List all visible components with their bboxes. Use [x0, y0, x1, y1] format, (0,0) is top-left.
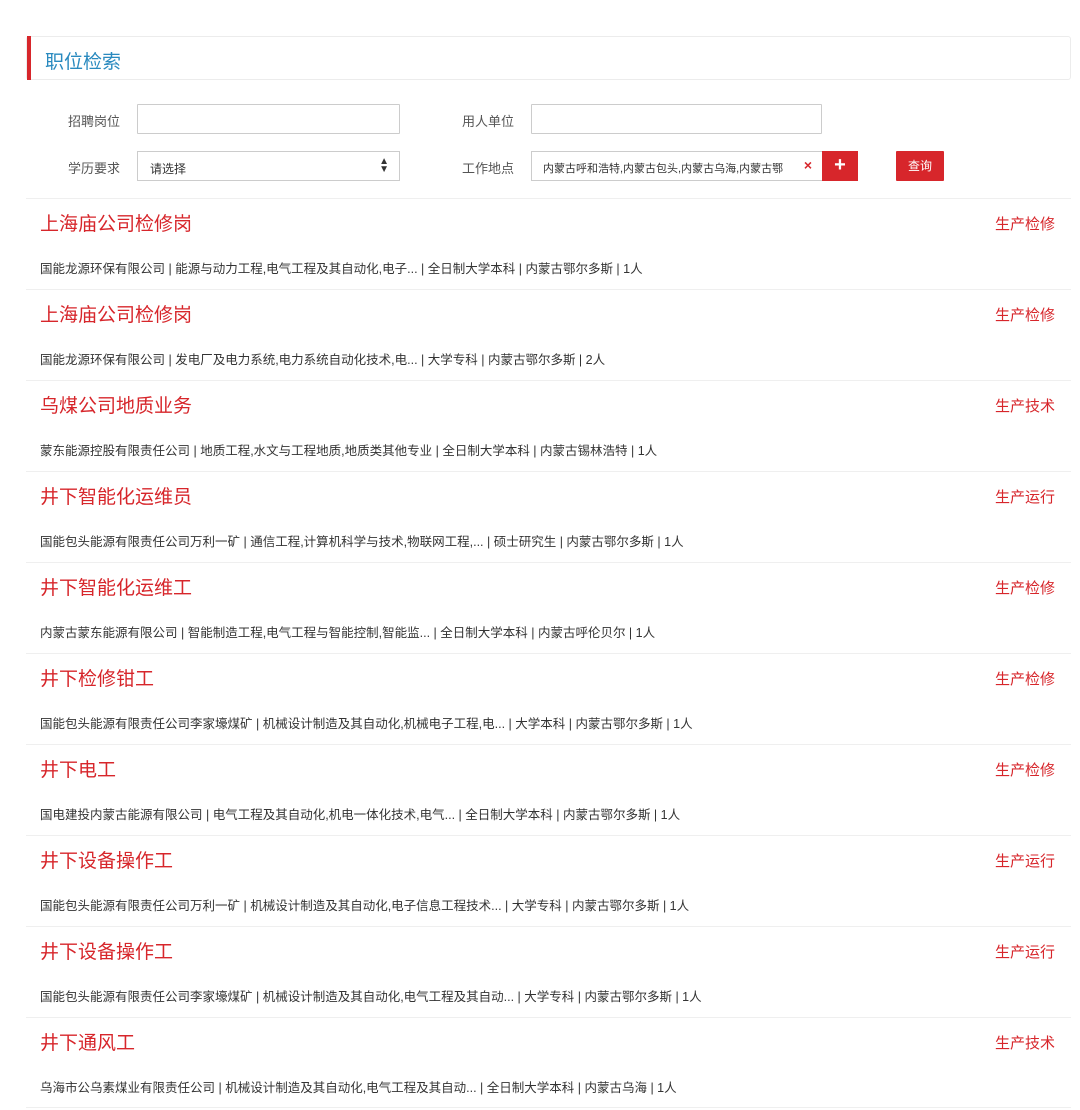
job-item[interactable]: 井下智能化运维工 生产检修 内蒙古蒙东能源有限公司 | 智能制造工程,电气工程与…	[26, 562, 1071, 653]
job-title[interactable]: 井下检修钳工	[40, 664, 154, 691]
clear-icon[interactable]: ×	[804, 157, 812, 173]
job-item[interactable]: 井下通风工 生产技术 乌海市公乌素煤业有限责任公司 | 机械设计制造及其自动化,…	[26, 1017, 1071, 1108]
sort-arrows-icon: ▲ ▼	[379, 156, 389, 175]
job-item[interactable]: 上海庙公司检修岗 生产检修 国能龙源环保有限公司 | 发电厂及电力系统,电力系统…	[26, 289, 1071, 380]
job-meta: 国能龙源环保有限公司 | 能源与动力工程,电气工程及其自动化,电子... | 全…	[40, 262, 643, 276]
education-select[interactable]: 请选择 ▲ ▼	[137, 151, 400, 181]
job-meta: 国电建投内蒙古能源有限公司 | 电气工程及其自动化,机电一体化技术,电气... …	[40, 808, 681, 822]
education-select-value: 请选择	[150, 162, 187, 176]
job-title[interactable]: 井下通风工	[40, 1028, 135, 1055]
job-category: 生产检修	[994, 307, 1055, 324]
job-meta: 国能包头能源有限责任公司万利一矿 | 机械设计制造及其自动化,电子信息工程技术.…	[40, 899, 690, 913]
job-meta: 国能龙源环保有限公司 | 发电厂及电力系统,电力系统自动化技术,电... | 大…	[40, 353, 606, 367]
job-item[interactable]: 井下检修钳工 生产检修 国能包头能源有限责任公司李家壕煤矿 | 机械设计制造及其…	[26, 653, 1071, 744]
job-title[interactable]: 井下智能化运维工	[40, 573, 192, 600]
job-meta: 蒙东能源控股有限责任公司 | 地质工程,水文与工程地质,地质类其他专业 | 全日…	[40, 444, 658, 458]
job-category: 生产技术	[994, 1035, 1055, 1052]
job-meta: 国能包头能源有限责任公司万利一矿 | 通信工程,计算机科学与技术,物联网工程,.…	[40, 535, 684, 549]
job-item[interactable]: 井下电工 生产检修 国电建投内蒙古能源有限公司 | 电气工程及其自动化,机电一体…	[26, 744, 1071, 835]
position-label: 招聘岗位	[67, 114, 120, 129]
job-title[interactable]: 上海庙公司检修岗	[40, 300, 192, 327]
employer-input[interactable]	[531, 104, 822, 134]
position-input[interactable]	[137, 104, 400, 134]
job-category: 生产运行	[994, 944, 1055, 961]
page-title: 职位检索	[45, 52, 122, 73]
search-button[interactable]: 查询	[896, 151, 944, 181]
job-title[interactable]: 井下电工	[40, 755, 116, 782]
job-category: 生产检修	[994, 580, 1055, 597]
job-title[interactable]: 井下智能化运维员	[40, 482, 192, 509]
job-meta: 内蒙古蒙东能源有限公司 | 智能制造工程,电气工程与智能控制,智能监... | …	[40, 626, 656, 640]
location-value: 内蒙古呼和浩特,内蒙古包头,内蒙古乌海,内蒙古鄂	[543, 163, 784, 175]
job-title[interactable]: 上海庙公司检修岗	[40, 209, 192, 236]
job-item[interactable]: 井下设备操作工 生产运行 国能包头能源有限责任公司万利一矿 | 机械设计制造及其…	[26, 835, 1071, 926]
job-title[interactable]: 井下设备操作工	[40, 846, 173, 873]
header-accent-bar	[27, 36, 31, 80]
job-category: 生产检修	[994, 216, 1055, 233]
education-label: 学历要求	[67, 161, 120, 176]
job-item[interactable]: 井下设备操作工 生产运行 国能包头能源有限责任公司李家壕煤矿 | 机械设计制造及…	[26, 926, 1071, 1017]
job-category: 生产运行	[994, 853, 1055, 870]
job-category: 生产检修	[994, 762, 1055, 779]
job-meta: 国能包头能源有限责任公司李家壕煤矿 | 机械设计制造及其自动化,机械电子工程,电…	[40, 717, 693, 731]
job-category: 生产检修	[994, 671, 1055, 688]
location-field[interactable]: 内蒙古呼和浩特,内蒙古包头,内蒙古乌海,内蒙古鄂 ×	[531, 151, 823, 181]
job-item[interactable]: 乌煤公司地质业务 生产技术 蒙东能源控股有限责任公司 | 地质工程,水文与工程地…	[26, 380, 1071, 471]
add-location-button[interactable]: +	[822, 151, 858, 181]
employer-label: 用人单位	[461, 114, 514, 129]
job-category: 生产技术	[994, 398, 1055, 415]
job-title[interactable]: 乌煤公司地质业务	[40, 391, 192, 418]
section-header: 职位检索	[26, 36, 1071, 80]
job-list: 上海庙公司检修岗 生产检修 国能龙源环保有限公司 | 能源与动力工程,电气工程及…	[26, 198, 1071, 1108]
job-title[interactable]: 井下设备操作工	[40, 937, 173, 964]
job-meta: 国能包头能源有限责任公司李家壕煤矿 | 机械设计制造及其自动化,电气工程及其自动…	[40, 990, 702, 1004]
location-label: 工作地点	[461, 161, 514, 176]
job-category: 生产运行	[994, 489, 1055, 506]
job-item[interactable]: 上海庙公司检修岗 生产检修 国能龙源环保有限公司 | 能源与动力工程,电气工程及…	[26, 198, 1071, 289]
job-item[interactable]: 井下智能化运维员 生产运行 国能包头能源有限责任公司万利一矿 | 通信工程,计算…	[26, 471, 1071, 562]
job-meta: 乌海市公乌素煤业有限责任公司 | 机械设计制造及其自动化,电气工程及其自动...…	[40, 1081, 677, 1095]
